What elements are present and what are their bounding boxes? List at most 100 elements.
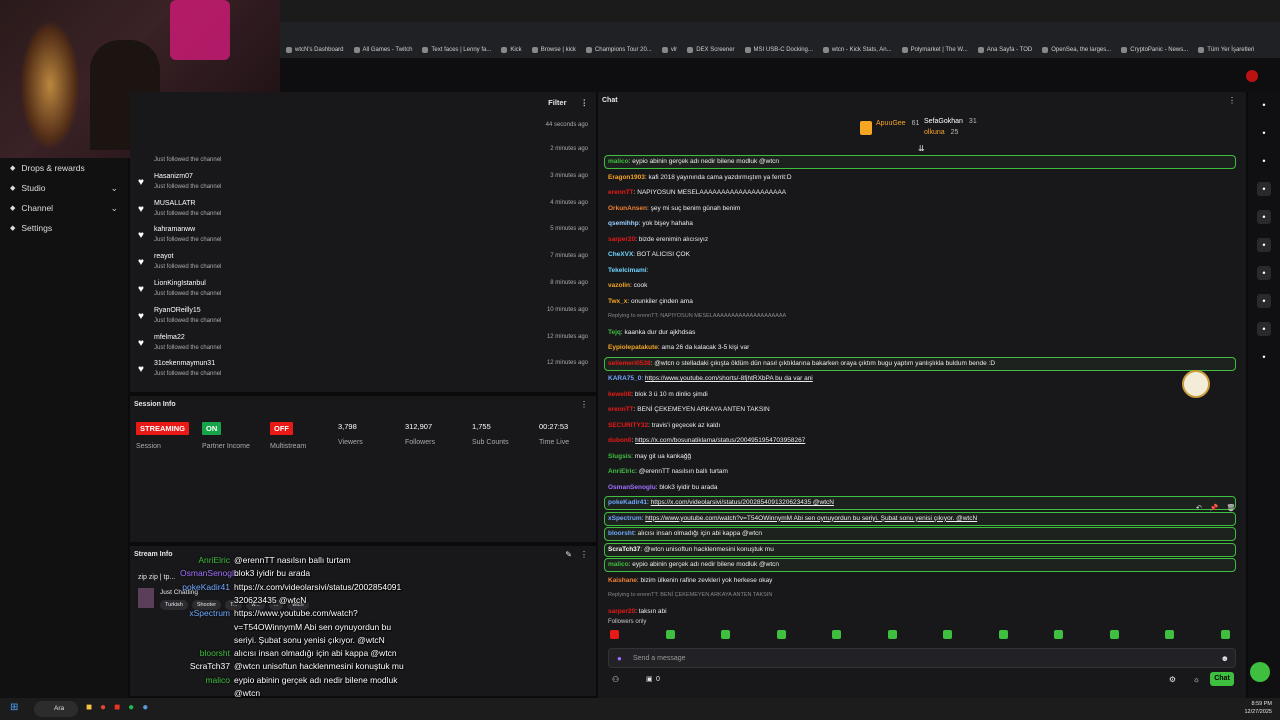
chat-username[interactable]: KARA75_0: [608, 375, 641, 382]
chat-username[interactable]: pokeKadir41: [608, 499, 647, 506]
chat-message[interactable]: KARA75_0: https://www.youtube.com/shorts…: [608, 375, 813, 382]
community-icon[interactable]: ☼: [1193, 675, 1200, 684]
chat-message[interactable]: erennTT: BENİ ÇEKEMEYEN ARKAYA ANTEN TAK…: [608, 406, 770, 413]
emote-icon[interactable]: [721, 630, 731, 639]
chat-username[interactable]: qsemihhp: [608, 220, 639, 227]
follower-name[interactable]: LionKingIstanbul: [154, 280, 206, 287]
follower-name[interactable]: mfelma22: [154, 334, 185, 341]
settings-gear-icon[interactable]: ⚙: [1169, 675, 1176, 684]
chat-username[interactable]: Tejq: [608, 329, 621, 336]
emote-icon[interactable]: [1165, 630, 1175, 639]
message-input[interactable]: ● Send a message ☻: [608, 648, 1236, 668]
chat-message[interactable]: SECURITY32: travis'i geçecek az kaldı: [608, 422, 720, 429]
chat-username[interactable]: SECURITY32: [608, 422, 648, 429]
chat-username[interactable]: ScraTch37: [608, 546, 640, 553]
bookmark-item[interactable]: All Games - Twitch: [353, 47, 412, 53]
mic-icon[interactable]: ●: [617, 654, 622, 663]
chat-message[interactable]: xSpectrum: https://www.youtube.com/watch…: [608, 515, 977, 522]
leaderboard-entry[interactable]: olkuna 25: [924, 129, 958, 136]
sidebar-item[interactable]: ◆ Settings: [0, 218, 128, 238]
emote-icon[interactable]: [1220, 630, 1230, 639]
emote-icon[interactable]: [1054, 630, 1064, 639]
follower-name[interactable]: MUSALLATR: [154, 200, 196, 207]
chat-username[interactable]: CheXVX: [608, 251, 633, 258]
server-icon[interactable]: •: [1257, 294, 1271, 308]
emote-icon[interactable]: [610, 630, 619, 639]
chat-message[interactable]: Replying to erennTT: BENİ ÇEKEMEYEN ARKA…: [608, 592, 772, 598]
chat-message[interactable]: kewell8: blok 3 ü 10 m dinlio şimdi: [608, 391, 708, 398]
leaderboard-entry[interactable]: ApuuGee 61: [876, 120, 919, 127]
chat-message[interactable]: Tekelcimami:: [608, 267, 648, 274]
chat-username[interactable]: Slugsis: [608, 453, 631, 460]
follower-name[interactable]: RyanOReilly15: [154, 307, 201, 314]
sidebar-item[interactable]: ◆ Studio ⌄: [0, 178, 128, 198]
chat-username[interactable]: Twx_x: [608, 298, 627, 305]
spotify-icon[interactable]: ●: [128, 702, 134, 713]
gift-badge-icon[interactable]: [1182, 370, 1210, 398]
bookmark-item[interactable]: Text faces | Lenny fa...: [422, 47, 491, 53]
chat-message[interactable]: malico: eypio abinin gerçek adı nedir bi…: [608, 561, 779, 568]
chat-message[interactable]: ScraTch37: @wtcn unisoftun hacklenmesini…: [608, 546, 774, 553]
chat-username[interactable]: erennTT: [608, 406, 634, 413]
chat-message[interactable]: pokeKadir41: https://x.com/videolarsivi/…: [608, 499, 834, 506]
chat-username[interactable]: xSpectrum: [608, 515, 642, 522]
bookmark-item[interactable]: Champions Tour 20...: [585, 47, 652, 53]
delete-icon[interactable]: 🗑: [1227, 504, 1236, 512]
stream-tag[interactable]: Shooter: [191, 600, 222, 610]
emote-icon[interactable]: [943, 630, 953, 639]
share-icon[interactable]: •: [1257, 350, 1271, 364]
emote-icon[interactable]: [665, 630, 675, 639]
bookmark-item[interactable]: OpenSea, the larges...: [1042, 47, 1111, 53]
link-icon[interactable]: •: [1257, 266, 1271, 280]
chat-username[interactable]: sarper20: [608, 236, 635, 243]
stream-tag[interactable]: ...: [268, 600, 284, 610]
bookmark-item[interactable]: wtcn - Kick Stats, An...: [822, 47, 892, 53]
chat-bubble-icon[interactable]: •: [1257, 238, 1271, 252]
chat-username[interactable]: OrkunAnsen: [608, 205, 647, 212]
chat-username[interactable]: bloorsht: [608, 530, 634, 537]
emote-icon[interactable]: [832, 630, 842, 639]
chat-username[interactable]: Eragon1903: [608, 174, 645, 181]
gift-counter-icon[interactable]: ▣: [646, 675, 653, 683]
bookmark-item[interactable]: Tüm Yer İşaretleri: [1198, 47, 1254, 53]
chat-username[interactable]: OsmanSenoglu: [608, 484, 656, 491]
chat-message[interactable]: dubon0: https://x.com/bosunatiklama/stat…: [608, 437, 805, 444]
bookmark-item[interactable]: Kick: [501, 47, 522, 53]
emote-icon[interactable]: [776, 630, 786, 639]
chat-username[interactable]: malico: [608, 561, 629, 568]
wrench-icon[interactable]: •: [1257, 322, 1271, 336]
bolt-icon[interactable]: •: [1257, 182, 1271, 196]
leaderboard-entry[interactable]: SefaGokhan 31: [924, 118, 977, 125]
chat-message[interactable]: CheXVX: BOT ALICISI ÇOK: [608, 251, 690, 258]
chat-username[interactable]: dubon0: [608, 437, 631, 444]
emote-icon[interactable]: [998, 630, 1008, 639]
chat-username[interactable]: Kaishane: [608, 577, 637, 584]
more-icon[interactable]: ⋮: [1228, 96, 1236, 105]
follower-name[interactable]: kahramanww: [154, 226, 195, 233]
steam-icon[interactable]: ●: [142, 702, 148, 713]
chat-message[interactable]: malico: eypio abinin gerçek adı nedir bi…: [608, 158, 779, 165]
chat-message[interactable]: Kaishane: bizim ülkenin rafine zevkleri …: [608, 577, 772, 584]
bookmark-item[interactable]: wtcN's Dashboard: [286, 47, 344, 53]
chevron-down-icon[interactable]: ⌄: [110, 203, 118, 214]
chat-message[interactable]: erennTT: NAPIYOSUN MESELAAAAAAAAAAAAAAAA…: [608, 189, 786, 196]
stream-tag[interactable]: wtcn: [287, 600, 309, 610]
chat-username[interactable]: Eypiolepatakute: [608, 344, 658, 351]
file-explorer-icon[interactable]: ■: [86, 702, 92, 713]
chat-message[interactable]: vazolin: cook: [608, 282, 647, 289]
chat-username[interactable]: erennTT: [608, 189, 634, 196]
stream-tag[interactable]: T...: [225, 600, 243, 610]
chat-message[interactable]: AnriElric: @erennTT nasılsın ballı turta…: [608, 468, 728, 475]
taskbar-search[interactable]: Ara: [34, 701, 78, 717]
chat-username[interactable]: Tekelcimami: [608, 267, 647, 274]
emote-icon[interactable]: [1109, 630, 1119, 639]
info-icon[interactable]: •: [1257, 98, 1271, 112]
more-icon[interactable]: ⋮: [580, 550, 588, 559]
pin-icon[interactable]: 📌: [1210, 504, 1219, 512]
emoji-icon[interactable]: ☻: [1221, 654, 1229, 663]
pen-icon[interactable]: •: [1257, 126, 1271, 140]
chat-username[interactable]: malico: [608, 158, 629, 165]
chat-username[interactable]: seliemeri0538: [608, 360, 651, 367]
windows-start-icon[interactable]: ⊞: [10, 702, 18, 713]
chat-username[interactable]: AnriElric: [608, 468, 635, 475]
